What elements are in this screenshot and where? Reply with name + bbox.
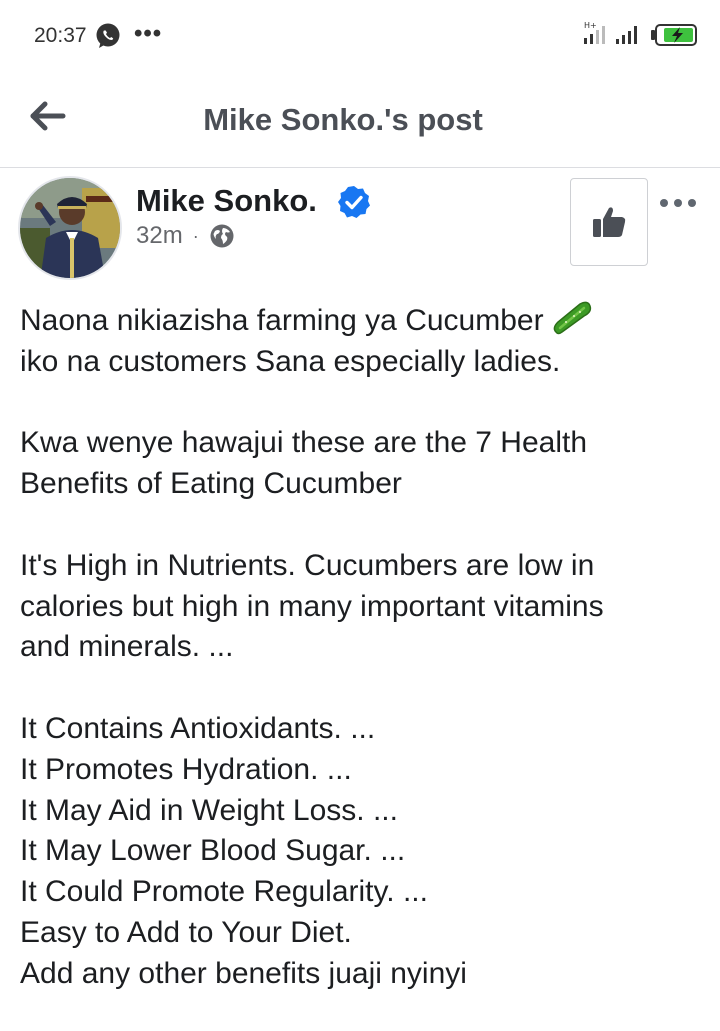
post-paragraph: It's High in Nutrients. Cucumbers are lo… <box>20 546 700 668</box>
whatsapp-icon <box>96 23 120 48</box>
signal-icon <box>616 26 637 44</box>
post-line: Easy to Add to Your Diet. <box>20 915 352 949</box>
globe-icon <box>210 224 234 248</box>
post-line: It Promotes Hydration. ... <box>20 752 352 786</box>
post-line: Naona nikiazisha farming ya Cucumber <box>20 300 700 342</box>
battery-charging-icon <box>651 24 697 46</box>
post-line: It Could Promote Regularity. ... <box>20 875 428 909</box>
more-options-button[interactable] <box>656 190 700 220</box>
verified-badge-icon <box>338 186 370 218</box>
meta-separator: · <box>192 225 199 246</box>
post-line: and minerals. ... <box>20 630 234 664</box>
app-header: Mike Sonko.'s post <box>0 72 720 168</box>
status-bar: 20:37 ••• H+ <box>0 0 720 72</box>
notification-more-icon: ••• <box>134 20 163 47</box>
profile-photo <box>20 178 120 278</box>
post-paragraph: It Contains Antioxidants. ... It Promote… <box>20 709 700 995</box>
more-dots-icon <box>660 199 696 207</box>
post-line: Benefits of Eating Cucumber <box>20 467 402 501</box>
post-line: It May Lower Blood Sugar. ... <box>20 834 406 868</box>
post-line: It Contains Antioxidants. ... <box>20 711 376 745</box>
post-line: It May Aid in Weight Loss. ... <box>20 793 398 827</box>
thumbs-up-icon <box>593 207 626 237</box>
post-text: Naona nikiazisha farming ya Cucumber iko… <box>20 300 700 995</box>
post-line: iko na customers Sana especially ladies. <box>20 344 561 378</box>
avatar[interactable] <box>18 176 122 280</box>
signal-icon: H+ <box>584 21 605 44</box>
post-line: Kwa wenye hawajui these are the 7 Health <box>20 426 588 460</box>
svg-text:H+: H+ <box>584 21 597 30</box>
cucumber-emoji-icon <box>553 301 591 335</box>
post-line: It's High in Nutrients. Cucumbers are lo… <box>20 548 595 582</box>
post-time[interactable]: 32m <box>136 222 183 250</box>
page-title: Mike Sonko.'s post <box>203 102 483 137</box>
post-line: Add any other benefits juaji nyinyi <box>20 956 467 990</box>
post-paragraph: Naona nikiazisha farming ya Cucumber iko… <box>20 300 700 383</box>
post-paragraph: Kwa wenye hawajui these are the 7 Health… <box>20 423 700 505</box>
post-line: calories but high in many important vita… <box>20 589 604 623</box>
post-meta: 32m · <box>136 222 235 250</box>
author-name[interactable]: Mike Sonko. <box>136 183 317 219</box>
status-time: 20:37 <box>34 24 87 47</box>
like-page-button[interactable] <box>570 178 648 266</box>
